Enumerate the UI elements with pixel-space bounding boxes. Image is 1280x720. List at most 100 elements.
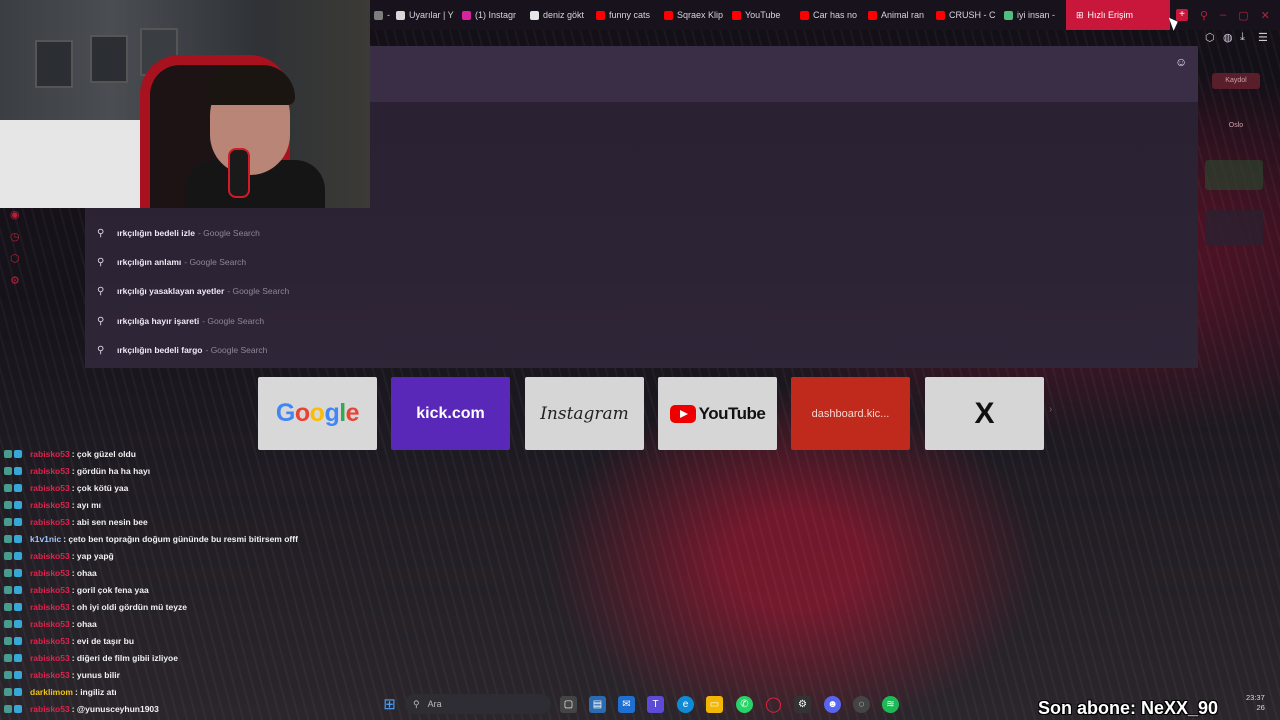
browser-tab[interactable]: YouTube [728,0,796,30]
download-icon[interactable]: ⤓ [1240,31,1245,44]
chat-username[interactable]: k1v1nic [30,534,61,544]
chat-badge-icon [14,603,22,611]
wallet-icon[interactable]: ◍ [1223,31,1233,44]
extensions-sidebar-icon[interactable]: ⬡ [10,252,20,265]
speed-dial-dashboard[interactable]: dashboard.kic... [791,377,910,450]
discord-icon[interactable]: ☻ [824,696,841,713]
speed-dial-google[interactable]: Google [258,377,377,450]
tile-label: YouTube [698,403,766,423]
suggestion-query: ırkçılığın bedeli izle [117,228,195,238]
history-icon[interactable]: ◷ [10,230,20,243]
browser-tab[interactable]: Sqraex Klip [660,0,728,30]
tab-favicon-icon [936,10,945,20]
browser-tab[interactable]: - P [370,0,392,30]
chat-username[interactable]: rabisko53 [30,653,70,663]
chat-badge-icon [4,518,12,526]
clock-time: 23:37 [1246,693,1265,702]
weather-city-label: Oslo [1228,122,1244,129]
app-icon[interactable]: ◌ [853,696,870,713]
tab-label: deniz gökt [543,10,585,20]
signup-badge[interactable]: Kaydol [1212,73,1260,89]
maximize-icon[interactable]: ▢ [1238,9,1248,22]
extensions-icon[interactable]: ⬡ [1205,31,1215,44]
chat-badge-icon [4,535,12,543]
browser-tab[interactable]: CRUSH - C [932,0,1000,30]
chat-username[interactable]: rabisko53 [30,449,70,459]
chat-badge-icon [4,467,12,475]
google-logo-letter: g [324,399,340,427]
speed-dial-icon: ⊞ [1076,9,1084,20]
search-tabs-icon[interactable]: ⚲ [1200,9,1208,22]
chat-text: : yap yapğ [71,551,114,561]
opera-icon[interactable]: ◯ [765,696,782,713]
browser-tab[interactable]: funny cats [592,0,660,30]
chat-username[interactable]: rabisko53 [30,568,70,578]
chevron-right-icon[interactable]: › [1049,404,1052,415]
browser-tab[interactable]: deniz gökt [526,0,592,30]
x-logo: X [974,396,995,430]
tab-favicon-icon [396,10,405,20]
speed-dial-kick[interactable]: kick.com [391,377,510,450]
address-bar-area[interactable] [370,46,1198,102]
chat-message: rabisko53: çok güzel oldu [4,447,136,461]
search-placeholder: Ara [427,699,442,709]
chat-username[interactable]: rabisko53 [30,483,70,493]
speed-dial-x[interactable]: X [925,377,1044,450]
teams-icon[interactable]: T [647,696,664,713]
chat-username[interactable]: rabisko53 [30,602,70,612]
close-icon[interactable]: ✕ [1261,9,1270,22]
chat-username[interactable]: rabisko53 [30,517,70,527]
chat-badge-icon [14,620,22,628]
spotify-icon[interactable]: ≋ [882,696,899,713]
edge-icon[interactable]: e [677,696,694,713]
emoji-icon[interactable]: ☺ [1175,55,1187,69]
chat-text: : gördün ha ha hayı [71,466,151,476]
steam-icon[interactable]: ⚙ [794,696,811,713]
tab-label: Uyarılar | Y [409,10,454,20]
browser-tab[interactable]: (1) Instagr [458,0,526,30]
task-view-icon[interactable]: ▢ [560,696,577,713]
chat-message: rabisko53: evi de taşır bu [4,634,134,648]
minimize-icon[interactable]: – [1220,9,1226,21]
chat-username[interactable]: rabisko53 [30,636,70,646]
taskbar-search[interactable]: ⚲ Ara [405,694,551,714]
chat-username[interactable]: rabisko53 [30,619,70,629]
suggestion-item[interactable]: ⚲ ırkçılığa hayır işareti - Google Searc… [97,309,264,333]
tab-favicon-icon [1004,10,1013,20]
mail-icon[interactable]: ✉ [618,696,635,713]
browser-tab[interactable]: Animal ran [864,0,932,30]
folder-icon[interactable]: ▭ [706,696,723,713]
search-icon: ⚲ [413,698,420,709]
chat-badge-icon [14,569,22,577]
suggestion-item[interactable]: ⚲ ırkçılığı yasaklayan ayetler - Google … [97,279,289,303]
tab-label: iyi insan - [1017,10,1056,20]
chat-badge-icon [4,603,12,611]
chat-username[interactable]: rabisko53 [30,551,70,561]
browser-tab[interactable]: Uyarılar | Y [392,0,458,30]
search-icon: ⚲ [97,315,105,327]
tab-favicon-icon [664,10,673,20]
menu-icon[interactable]: ☰ [1258,31,1268,44]
browser-tab[interactable]: iyi insan - [1000,0,1066,30]
browser-tab[interactable]: Car has no [796,0,864,30]
whatsapp-icon[interactable]: ✆ [736,696,753,713]
chat-username[interactable]: rabisko53 [30,500,70,510]
player-icon[interactable]: ◉ [10,208,20,221]
chat-username[interactable]: rabisko53 [30,670,70,680]
browser-tab-active[interactable]: ⊞ Hızlı Erişim [1066,0,1170,30]
suggestion-item[interactable]: ⚲ ırkçılığın anlamı - Google Search [97,250,246,274]
browser-tab-bar: - P Uyarılar | Y (1) Instagr deniz gökt funn… [370,0,1280,30]
chat-username[interactable]: rabisko53 [30,585,70,595]
windows-start-icon[interactable]: ⊞ [381,696,398,713]
suggestion-item[interactable]: ⚲ ırkçılığın bedeli fargo - Google Searc… [97,338,267,362]
speed-dial-youtube[interactable]: YouTube [658,377,777,450]
taskbar-clock[interactable]: 23:37 26 [1246,693,1265,713]
speed-dial-instagram[interactable]: Instagram [525,377,644,450]
suggestion-item[interactable]: ⚲ ırkçılığın bedeli izle - Google Search [97,221,260,245]
tab-label: YouTube [745,10,781,20]
chat-text: : evi de taşır bu [71,636,135,646]
settings-icon[interactable]: ⚙ [10,274,20,287]
new-tab-button[interactable]: + [1176,9,1188,21]
store-icon[interactable]: ▤ [589,696,606,713]
chat-username[interactable]: rabisko53 [30,466,70,476]
